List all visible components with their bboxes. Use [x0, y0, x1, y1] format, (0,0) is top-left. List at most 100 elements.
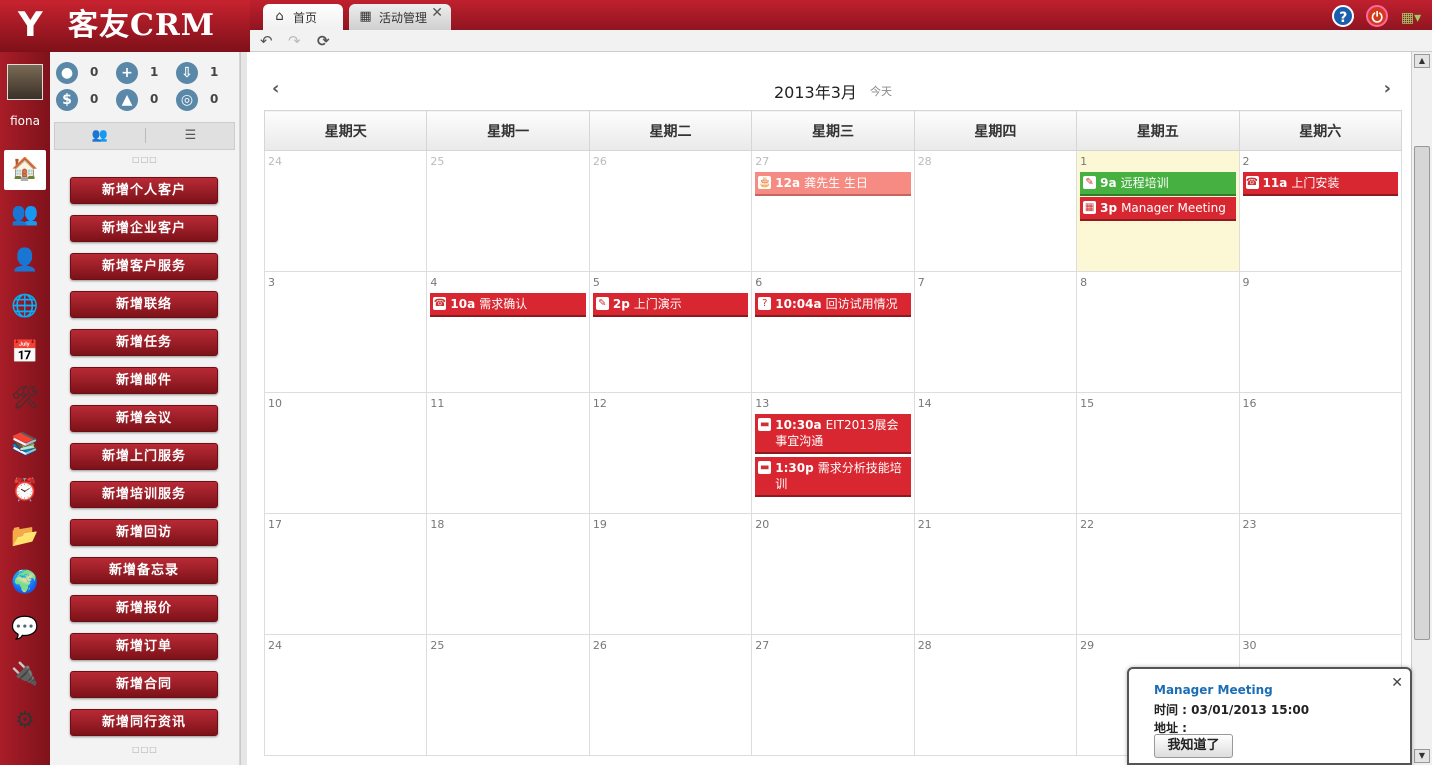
- tab-home[interactable]: ⌂ 首页: [263, 4, 343, 30]
- day-cell[interactable]: 28: [913, 150, 1078, 272]
- day-cell[interactable]: 18: [426, 513, 590, 635]
- calendar-event[interactable]: ? 10:04a 回访试用情况: [755, 293, 911, 317]
- theme-icon[interactable]: ▦▾: [1400, 7, 1422, 29]
- next-month-button[interactable]: ›: [1384, 78, 1391, 99]
- day-cell[interactable]: 14: [913, 392, 1078, 514]
- day-cell[interactable]: 4 ☎ 10a 需求确认: [426, 271, 590, 393]
- back-icon[interactable]: ↶: [260, 32, 273, 50]
- stat-dollar[interactable]: $ 0: [50, 87, 110, 111]
- close-icon[interactable]: ✕: [1391, 675, 1403, 691]
- day-cell[interactable]: 19: [588, 513, 753, 635]
- today-button[interactable]: 今天: [870, 83, 892, 99]
- popup-title[interactable]: Manager Meeting: [1154, 683, 1273, 697]
- day-cell[interactable]: 15: [1076, 392, 1240, 514]
- nav-layers-icon[interactable]: 📚: [4, 425, 46, 465]
- day-cell[interactable]: 26: [588, 150, 753, 272]
- tab-activity-management[interactable]: ▦ 活动管理 ✕: [349, 4, 451, 30]
- day-cell[interactable]: 10: [263, 392, 428, 514]
- nav-calendar-icon[interactable]: 📅: [4, 333, 46, 373]
- nav-world-icon[interactable]: 🌍: [4, 563, 46, 603]
- day-cell[interactable]: 7: [913, 271, 1078, 393]
- new-customer-service-button[interactable]: 新增客户服务: [70, 253, 218, 280]
- day-cell[interactable]: 13 ▬ 10:30a EIT2013展会事宜沟通 ▬ 1:30p 需求分析技能培训: [751, 392, 915, 514]
- calendar-event[interactable]: ▦ 3p Manager Meeting: [1080, 197, 1236, 221]
- calendar-event[interactable]: ▬ 10:30a EIT2013展会事宜沟通: [755, 414, 911, 454]
- day-cell[interactable]: 9: [1238, 271, 1403, 393]
- day-cell[interactable]: 12: [588, 392, 753, 514]
- new-memo-button[interactable]: 新增备忘录: [70, 557, 218, 584]
- day-cell[interactable]: 2 ☎ 11a 上门安装: [1238, 150, 1403, 272]
- nav-usb-icon[interactable]: 🔌: [4, 655, 46, 695]
- day-cell[interactable]: 27: [751, 634, 915, 756]
- day-cell[interactable]: 17: [263, 513, 428, 635]
- day-cell[interactable]: 21: [913, 513, 1078, 635]
- day-cell[interactable]: 8: [1076, 271, 1240, 393]
- new-contract-button[interactable]: 新增合同: [70, 671, 218, 698]
- day-cell[interactable]: 24: [263, 634, 428, 756]
- nav-home-icon[interactable]: 🏠: [4, 150, 46, 190]
- day-cell[interactable]: 25: [426, 634, 590, 756]
- calendar-event[interactable]: ✎ 9a 远程培训: [1080, 172, 1236, 196]
- day-cell[interactable]: 26: [588, 634, 753, 756]
- help-icon[interactable]: ?: [1332, 5, 1355, 27]
- day-cell[interactable]: 5 ✎ 2p 上门演示: [588, 271, 753, 393]
- avatar[interactable]: [7, 64, 43, 100]
- day-cell[interactable]: 27 🎂 12a 龚先生 生日: [751, 150, 915, 272]
- calendar-event[interactable]: ▬ 1:30p 需求分析技能培训: [755, 457, 911, 497]
- scroll-up-button[interactable]: ▲: [1414, 54, 1430, 68]
- new-meeting-button[interactable]: 新增会议: [70, 405, 218, 432]
- calendar-event[interactable]: ☎ 11a 上门安装: [1242, 172, 1398, 196]
- nav-globe-clock-icon[interactable]: 🌐: [4, 287, 46, 327]
- refresh-icon[interactable]: ⟳: [317, 32, 330, 50]
- contacts-tab-icon[interactable]: 👥: [55, 128, 145, 143]
- nav-folder-icon[interactable]: 📂: [4, 517, 46, 557]
- close-tab-icon[interactable]: ✕: [431, 5, 443, 21]
- acknowledge-button[interactable]: 我知道了: [1154, 734, 1233, 758]
- new-quote-button[interactable]: 新增报价: [70, 595, 218, 622]
- stat-person[interactable]: ● 0: [50, 60, 110, 84]
- new-email-button[interactable]: 新增邮件: [70, 367, 218, 394]
- new-revisit-button[interactable]: 新增回访: [70, 519, 218, 546]
- stat-bell[interactable]: ▲ 0: [110, 87, 170, 111]
- new-order-button[interactable]: 新增订单: [70, 633, 218, 660]
- day-cell[interactable]: 20: [751, 513, 915, 635]
- new-task-button[interactable]: 新增任务: [70, 329, 218, 356]
- vertical-scrollbar[interactable]: ▲ ▼: [1411, 52, 1432, 765]
- day-cell[interactable]: 22: [1076, 513, 1240, 635]
- panel-grip[interactable]: □□□: [50, 155, 240, 164]
- new-contact-button[interactable]: 新增联络: [70, 291, 218, 318]
- stat-plus[interactable]: + 1: [110, 60, 170, 84]
- day-cell[interactable]: 16: [1238, 392, 1403, 514]
- scroll-thumb[interactable]: [1414, 146, 1430, 640]
- new-onsite-service-button[interactable]: 新增上门服务: [70, 443, 218, 470]
- day-cell[interactable]: 11: [426, 392, 590, 514]
- nav-contacts-icon[interactable]: 👥: [4, 195, 46, 235]
- day-cell[interactable]: 24: [263, 150, 428, 272]
- scroll-down-button[interactable]: ▼: [1414, 749, 1430, 763]
- day-cell[interactable]: 28: [913, 634, 1078, 756]
- stat-inbox[interactable]: ⇩ 1: [170, 60, 230, 84]
- new-peer-info-button[interactable]: 新增同行资讯: [70, 709, 218, 736]
- new-personal-customer-button[interactable]: 新增个人客户: [70, 177, 218, 204]
- stat-alarm[interactable]: ◎ 0: [170, 87, 230, 111]
- day-cell[interactable]: 23: [1238, 513, 1403, 635]
- new-training-button[interactable]: 新增培训服务: [70, 481, 218, 508]
- calendar-event[interactable]: 🎂 12a 龚先生 生日: [755, 172, 911, 196]
- new-enterprise-customer-button[interactable]: 新增企业客户: [70, 215, 218, 242]
- nav-tools-icon[interactable]: 🛠: [4, 379, 46, 419]
- nav-clock-icon[interactable]: ⏰: [4, 471, 46, 511]
- calendar-event[interactable]: ✎ 2p 上门演示: [592, 293, 749, 317]
- nav-chat-icon[interactable]: 💬: [4, 609, 46, 649]
- day-cell[interactable]: 25: [426, 150, 590, 272]
- day-cell[interactable]: 1 ✎ 9a 远程培训 ▦ 3p Manager Meeting: [1076, 150, 1240, 272]
- prev-month-button[interactable]: ‹: [272, 78, 279, 99]
- list-tab-icon[interactable]: ☰: [145, 128, 235, 143]
- nav-gear-icon[interactable]: ⚙: [4, 701, 46, 741]
- day-cell[interactable]: 3: [263, 271, 428, 393]
- calendar-event[interactable]: ☎ 10a 需求确认: [430, 293, 586, 317]
- power-icon[interactable]: ⏻: [1366, 5, 1389, 27]
- forward-icon[interactable]: ↷: [288, 32, 301, 50]
- day-cell[interactable]: 6? 10:04a 回访试用情况: [751, 271, 915, 393]
- nav-customer-icon[interactable]: 👤: [4, 241, 46, 281]
- panel-grip-bottom[interactable]: □□□: [50, 745, 240, 754]
